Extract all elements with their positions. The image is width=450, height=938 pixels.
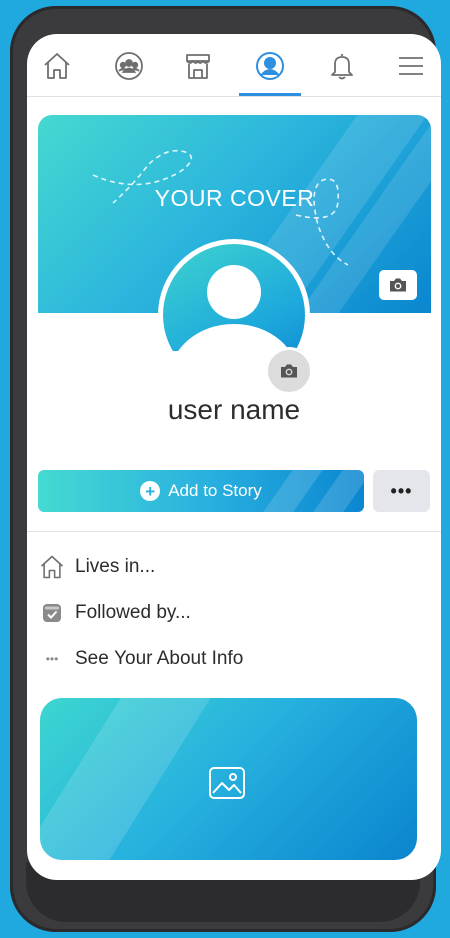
nav-groups[interactable] — [111, 48, 147, 84]
camera-icon — [281, 364, 297, 378]
see-about-row[interactable]: ••• See Your About Info — [37, 644, 244, 674]
home-icon — [37, 552, 67, 582]
add-to-story-label: Add to Story — [168, 481, 262, 500]
nav-home[interactable] — [39, 48, 75, 84]
see-about-prefix: See — [75, 648, 115, 669]
more-dots-icon: ••• — [45, 652, 59, 666]
nav-menu[interactable] — [393, 48, 429, 84]
button-shine — [313, 470, 364, 512]
camera-icon — [390, 278, 406, 292]
button-shine — [263, 470, 323, 512]
nav-marketplace[interactable] — [180, 48, 216, 84]
nav-profile[interactable] — [252, 48, 288, 84]
photo-card[interactable] — [40, 698, 417, 860]
add-to-story-button[interactable]: + Add to Story — [38, 470, 364, 512]
groups-icon — [115, 52, 143, 80]
see-about-label: Your About Info — [114, 648, 244, 669]
followers-icon — [37, 598, 67, 628]
profile-icon — [256, 52, 284, 80]
lives-in-row[interactable]: Lives in... — [37, 552, 155, 582]
cover-placeholder-text: YOUR COVER — [154, 185, 315, 211]
followed-by-label: Followed by... — [75, 602, 191, 623]
top-nav-bar — [27, 34, 441, 97]
more-options-button[interactable]: ••• — [373, 470, 430, 512]
menu-icon — [399, 57, 423, 75]
home-icon — [44, 53, 70, 79]
user-name: user name — [167, 394, 301, 425]
edit-avatar-button[interactable] — [265, 347, 313, 395]
phone-screen: YOUR COVER user name + Add to Story ••• — [27, 34, 441, 880]
lives-in-label: Lives in... — [75, 556, 156, 577]
bell-icon — [331, 54, 353, 80]
image-icon — [209, 767, 245, 799]
marketplace-icon — [186, 54, 210, 79]
active-tab-indicator — [239, 93, 301, 96]
followed-by-row[interactable]: Followed by... — [37, 598, 191, 628]
edit-cover-button[interactable] — [379, 270, 417, 300]
nav-notifications[interactable] — [324, 48, 360, 84]
divider — [27, 531, 441, 532]
avatar-head — [207, 265, 261, 319]
plus-icon: + — [140, 481, 161, 501]
